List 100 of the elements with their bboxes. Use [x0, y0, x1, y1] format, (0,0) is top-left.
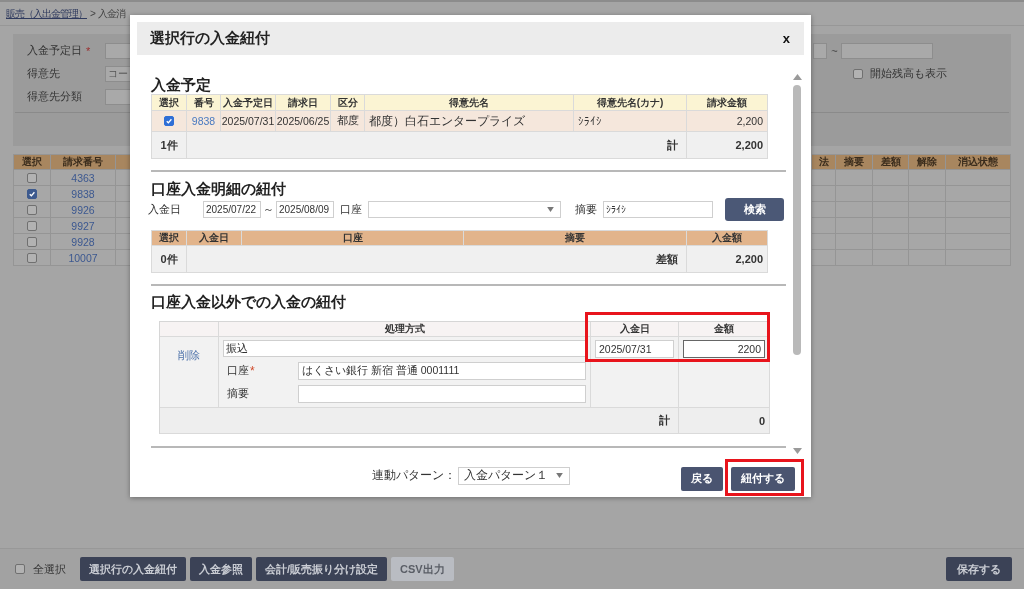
input-field[interactable]: はくさい銀行 新宿 普通 0001111 — [298, 362, 586, 380]
date-field[interactable]: 2025/07/22 — [203, 201, 261, 218]
column-header: 選択 — [152, 231, 187, 246]
scroll-down-icon[interactable] — [792, 448, 802, 454]
checkbox[interactable] — [27, 172, 37, 183]
action-button[interactable]: 選択行の入金紐付 — [80, 557, 186, 581]
input-field[interactable]: ｼﾗｲｼ — [603, 201, 713, 218]
table-cell — [812, 250, 836, 266]
table-cell — [812, 202, 836, 218]
column-header: 口座 — [242, 231, 464, 246]
checkbox[interactable] — [853, 68, 863, 79]
field-label: 連動パターン： — [371, 467, 456, 484]
table-cell: 2,200 — [687, 111, 768, 132]
amount-field[interactable]: 2200 — [683, 340, 765, 358]
input-field[interactable] — [105, 88, 131, 105]
column-header: 入金日 — [591, 322, 679, 337]
column-header: 金額 — [679, 322, 770, 337]
table-cell — [909, 170, 946, 186]
account-select[interactable] — [368, 201, 561, 218]
caret-icon — [547, 207, 554, 212]
date-field[interactable] — [841, 42, 933, 59]
column-header: 入金額 — [687, 231, 768, 246]
column-header: 請求番号 — [51, 155, 116, 170]
date-field[interactable]: 2025/07/31 — [595, 340, 674, 358]
input-field[interactable] — [298, 385, 586, 403]
total-amount: 0 — [679, 408, 770, 434]
close-button[interactable]: x — [780, 31, 792, 46]
column-header: 処理方式 — [219, 322, 591, 337]
input-field[interactable] — [105, 42, 131, 59]
scroll-up-icon[interactable] — [792, 74, 802, 80]
checkbox[interactable] — [164, 116, 174, 126]
table-cell: 都度 — [331, 111, 365, 132]
field-label: 得意先分類 — [27, 89, 82, 104]
table-cell: ｼﾗｲｼ — [574, 111, 687, 132]
column-header: 摘要 — [464, 231, 687, 246]
difference-amount: 2,200 — [687, 246, 768, 273]
breadcrumb-current: 入金消 — [97, 6, 125, 21]
link-button[interactable]: 紐付する — [731, 466, 795, 491]
checkbox[interactable] — [27, 188, 37, 199]
table-cell — [873, 170, 909, 186]
table-cell: 2025/06/25 — [276, 111, 331, 132]
column-header: 請求金額 — [687, 95, 768, 111]
field-label: 摘要 — [574, 202, 598, 217]
back-button[interactable]: 戻る — [681, 466, 723, 491]
date-field[interactable]: 2025/08/09 — [276, 201, 334, 218]
range-separator: ～ — [262, 202, 275, 217]
column-header: 摘要 — [836, 155, 873, 170]
action-button[interactable]: 入金参照 — [190, 557, 252, 581]
table-cell: 都度）白石エンタープライズ — [365, 111, 574, 132]
column-header: 解除 — [909, 155, 946, 170]
row-count: 1件 — [152, 132, 187, 159]
table-cell — [836, 170, 873, 186]
checkbox[interactable] — [27, 204, 37, 215]
breadcrumb-link[interactable]: 販売（入出金管理） — [6, 6, 87, 21]
caret-icon — [555, 473, 563, 478]
field-label: 得意先 — [27, 66, 60, 81]
field-label: 口座 — [339, 202, 363, 217]
delete-link[interactable]: 削除 — [178, 349, 200, 363]
checkbox[interactable] — [27, 252, 37, 263]
range-separator: ~ — [830, 44, 839, 57]
table-cell — [812, 234, 836, 250]
checkbox[interactable] — [27, 236, 37, 247]
section-heading: 口座入金以外での入金の紐付 — [151, 294, 347, 311]
field-label: 入金日 — [148, 202, 182, 217]
section-heading: 入金予定 — [151, 77, 212, 94]
scrollbar-thumb[interactable] — [793, 85, 801, 355]
field-label: 入金予定日 — [27, 43, 82, 58]
table-cell: 2025/07/31 — [221, 111, 276, 132]
total-label: 計 — [160, 408, 679, 434]
date-field[interactable] — [813, 42, 827, 59]
column-header: 法 — [812, 155, 836, 170]
column-header: 得意先名(カナ) — [574, 95, 687, 111]
checkbox-label: 全選択 — [33, 561, 66, 577]
field-label: 口座 — [227, 364, 249, 378]
checkbox[interactable] — [27, 220, 37, 231]
column-header: 選択 — [152, 95, 187, 111]
table-cell — [812, 218, 836, 234]
checkbox[interactable] — [15, 564, 25, 574]
input-field[interactable]: コー — [105, 65, 131, 82]
field-label: 摘要 — [227, 387, 249, 401]
table-cell — [946, 170, 1011, 186]
required-mark: * — [86, 44, 91, 57]
pattern-select[interactable]: 入金パターン１ — [457, 466, 570, 485]
column-header: 選択 — [14, 155, 51, 170]
table-cell — [812, 186, 836, 202]
column-header: 入金予定日 — [221, 95, 276, 111]
column-header: 入金日 — [187, 231, 242, 246]
section-heading: 口座入金明細の紐付 — [151, 181, 287, 198]
dialog-title: 選択行の入金紐付 — [150, 29, 270, 48]
save-button[interactable]: 保存する — [946, 557, 1012, 581]
breadcrumb-separator: > — [90, 8, 95, 19]
checkbox-label: 開始残高も表示 — [870, 66, 947, 81]
required-mark: * — [250, 364, 255, 378]
column-header: 差額 — [873, 155, 909, 170]
column-header: 番号 — [187, 95, 221, 111]
input-field[interactable]: 振込 — [223, 340, 586, 357]
search-button[interactable]: 検索 — [725, 198, 784, 221]
column-header: 区分 — [331, 95, 365, 111]
row-count: 0件 — [152, 246, 187, 273]
action-button[interactable]: 会計/販売振り分け設定 — [256, 557, 388, 581]
